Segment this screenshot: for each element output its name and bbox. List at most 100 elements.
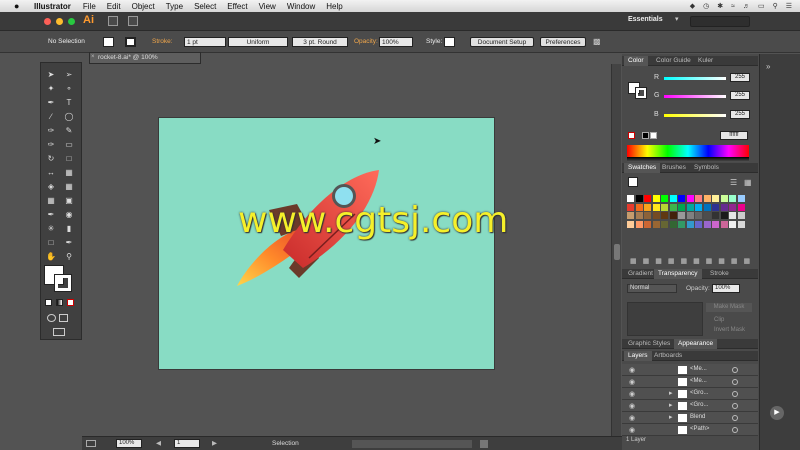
swatch[interactable]: [661, 220, 668, 228]
swatch[interactable]: [737, 220, 745, 228]
clip-checkbox[interactable]: Clip: [714, 317, 724, 323]
gradient-mode-button[interactable]: [56, 299, 63, 306]
black-swatch[interactable]: [642, 132, 649, 139]
swatch[interactable]: [652, 220, 660, 228]
swatch[interactable]: [661, 203, 668, 211]
artboard-tool-icon[interactable]: □: [45, 237, 57, 248]
stroke-weight-field[interactable]: 1 pt: [184, 37, 226, 47]
perspective-grid-tool-icon[interactable]: ▦: [63, 181, 75, 192]
width-tool-icon[interactable]: ↔: [45, 167, 57, 178]
tab-color-guide[interactable]: Color Guide: [652, 56, 695, 66]
tab-appearance[interactable]: Appearance: [674, 339, 718, 349]
list-view-icon[interactable]: ☰: [730, 178, 737, 187]
red-channel-slider[interactable]: [664, 77, 726, 80]
stroke-color-swatch[interactable]: [125, 37, 136, 47]
green-channel-slider[interactable]: [664, 95, 726, 98]
none-mode-button[interactable]: [67, 299, 74, 306]
swatch[interactable]: [720, 195, 728, 202]
swatch[interactable]: [695, 212, 702, 219]
close-window-button[interactable]: [44, 18, 51, 25]
graphic-style-swatch[interactable]: [444, 37, 455, 47]
make-mask-button[interactable]: Make Mask: [706, 303, 752, 312]
green-channel-value[interactable]: 255: [730, 91, 750, 100]
transparency-opacity-field[interactable]: 100%: [712, 284, 740, 293]
target-circle-icon[interactable]: [732, 415, 738, 421]
eraser-tool-icon[interactable]: ▭: [63, 139, 75, 150]
layer-row[interactable]: ◉ ▸ <Gro...: [622, 400, 758, 412]
blue-channel-value[interactable]: 255: [730, 110, 750, 119]
swatch[interactable]: [652, 212, 660, 219]
layer-row[interactable]: ◉ <Path>: [622, 424, 758, 436]
swatch[interactable]: [661, 195, 668, 202]
symbol-sprayer-tool-icon[interactable]: ✳: [45, 223, 57, 234]
magic-wand-tool-icon[interactable]: ✦: [45, 83, 57, 94]
swatch[interactable]: [712, 195, 719, 202]
target-circle-icon[interactable]: [732, 391, 738, 397]
swatch[interactable]: [644, 195, 651, 202]
swatch-grid[interactable]: [627, 195, 749, 245]
free-transform-tool-icon[interactable]: ▦: [63, 167, 75, 178]
visibility-eye-icon[interactable]: ◉: [629, 378, 635, 386]
swatch[interactable]: [729, 195, 736, 202]
visibility-eye-icon[interactable]: ◉: [629, 390, 635, 398]
visibility-eye-icon[interactable]: ◉: [629, 414, 635, 422]
zoom-tool-icon[interactable]: ⚲: [63, 251, 75, 262]
fill-color-swatch[interactable]: [103, 37, 114, 47]
tab-layers[interactable]: Layers: [624, 351, 652, 361]
swatch[interactable]: [644, 220, 651, 228]
screen-mode-icon[interactable]: [53, 328, 65, 336]
grid-view-icon[interactable]: ▦: [744, 178, 752, 187]
visibility-eye-icon[interactable]: ◉: [629, 402, 635, 410]
tab-transparency[interactable]: Transparency: [654, 269, 702, 279]
invert-mask-checkbox[interactable]: Invert Mask: [714, 327, 745, 333]
horizontal-scroll-thumb[interactable]: [480, 440, 488, 448]
swatch[interactable]: [703, 195, 711, 202]
swatch[interactable]: [712, 220, 719, 228]
swatch[interactable]: [703, 220, 711, 228]
swatch[interactable]: [635, 212, 643, 219]
swatch[interactable]: [729, 220, 736, 228]
opacity-label[interactable]: Opacity:: [354, 37, 378, 47]
stroke-swatch[interactable]: [54, 274, 72, 292]
document-setup-button[interactable]: Document Setup: [470, 37, 534, 47]
blend-mode-select[interactable]: Normal: [627, 284, 677, 293]
swatch-footer-icons[interactable]: ▦▦▦▦▦▦▦▦▦▦: [630, 257, 756, 265]
battery-icon[interactable]: ▭: [758, 2, 765, 10]
menu-select[interactable]: Select: [194, 2, 216, 11]
artboard-nav-icon[interactable]: [86, 440, 96, 447]
swatch[interactable]: [661, 212, 668, 219]
blend-tool-icon[interactable]: ◉: [63, 209, 75, 220]
target-circle-icon[interactable]: [732, 427, 738, 433]
menu-window[interactable]: Window: [287, 2, 315, 11]
tab-stroke[interactable]: Stroke: [706, 269, 733, 279]
swatch[interactable]: [720, 203, 728, 211]
hand-tool-icon[interactable]: ✋: [45, 251, 57, 262]
swatch[interactable]: [669, 212, 677, 219]
arrange-icon[interactable]: ▩: [593, 37, 601, 47]
timemachine-icon[interactable]: ◷: [703, 2, 709, 10]
vertical-scrollbar[interactable]: [611, 64, 621, 436]
swatch[interactable]: [720, 220, 728, 228]
tab-color[interactable]: Color: [624, 56, 648, 66]
expand-chevron-icon[interactable]: ▸: [669, 413, 673, 421]
menu-file[interactable]: File: [83, 2, 96, 11]
swatch[interactable]: [729, 212, 736, 219]
target-circle-icon[interactable]: [732, 403, 738, 409]
swatch[interactable]: [627, 212, 634, 219]
slice-tool-icon[interactable]: ✒: [63, 237, 75, 248]
swatch[interactable]: [652, 195, 660, 202]
menu-effect[interactable]: Effect: [227, 2, 247, 11]
help-search-input[interactable]: [690, 16, 750, 27]
swatch[interactable]: [737, 195, 745, 202]
swatch[interactable]: [712, 203, 719, 211]
color-stroke-swatch[interactable]: [635, 87, 647, 99]
dropbox-icon[interactable]: ◆: [690, 2, 695, 10]
swatch-fill-indicator[interactable]: [628, 177, 638, 187]
rocket-illustration[interactable]: [159, 118, 496, 371]
arrange-documents-icon[interactable]: [128, 16, 138, 26]
artboard-number-field[interactable]: 1: [174, 439, 200, 448]
layer-row[interactable]: ◉ ▸ <Gro...: [622, 388, 758, 400]
type-tool-icon[interactable]: T: [63, 97, 75, 108]
swatch[interactable]: [635, 195, 643, 202]
swatch[interactable]: [669, 220, 677, 228]
